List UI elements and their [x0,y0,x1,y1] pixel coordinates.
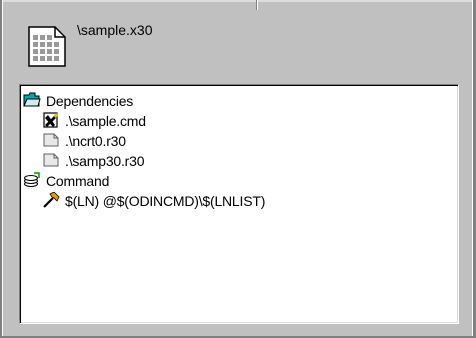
tree-item-command[interactable]: $(LN) @$(ODINCMD)\$(LNLIST) [42,191,265,211]
command-stack-icon [23,172,41,190]
frame-edge-top [0,0,476,2]
splitter-notch-highlight [257,0,258,10]
frame-highlight-left [2,0,3,338]
object-file-icon [27,25,67,68]
dependency-label: .\ncrt0.r30 [65,133,126,149]
tree-node-label: Dependencies [46,93,134,109]
dependency-label: .\samp30.r30 [65,153,145,169]
command-file-icon [42,112,60,130]
tree-item-dependency[interactable]: .\ncrt0.r30 [42,131,126,151]
hammer-icon [42,192,60,210]
frame-highlight-right [472,0,473,338]
open-folder-icon [23,92,41,110]
tree-item-dependency[interactable]: .\samp30.r30 [42,151,145,171]
tree-item-dependency[interactable]: .\sample.cmd [42,111,146,131]
window-frame: \sample.x30 Dependencies .\sample.cmd .\… [0,0,476,338]
relocatable-file-icon [42,132,60,150]
dependency-label: .\sample.cmd [65,113,146,129]
file-path-label: \sample.x30 [77,22,153,38]
tree-node-dependencies[interactable]: Dependencies [23,91,133,111]
relocatable-file-icon [42,152,60,170]
command-label: $(LN) @$(ODINCMD)\$(LNLIST) [65,193,266,209]
dependency-tree[interactable]: Dependencies .\sample.cmd .\ncrt0.r30 .\… [19,84,459,324]
tree-node-label: Command [46,173,110,189]
tree-node-command[interactable]: Command [23,171,109,191]
